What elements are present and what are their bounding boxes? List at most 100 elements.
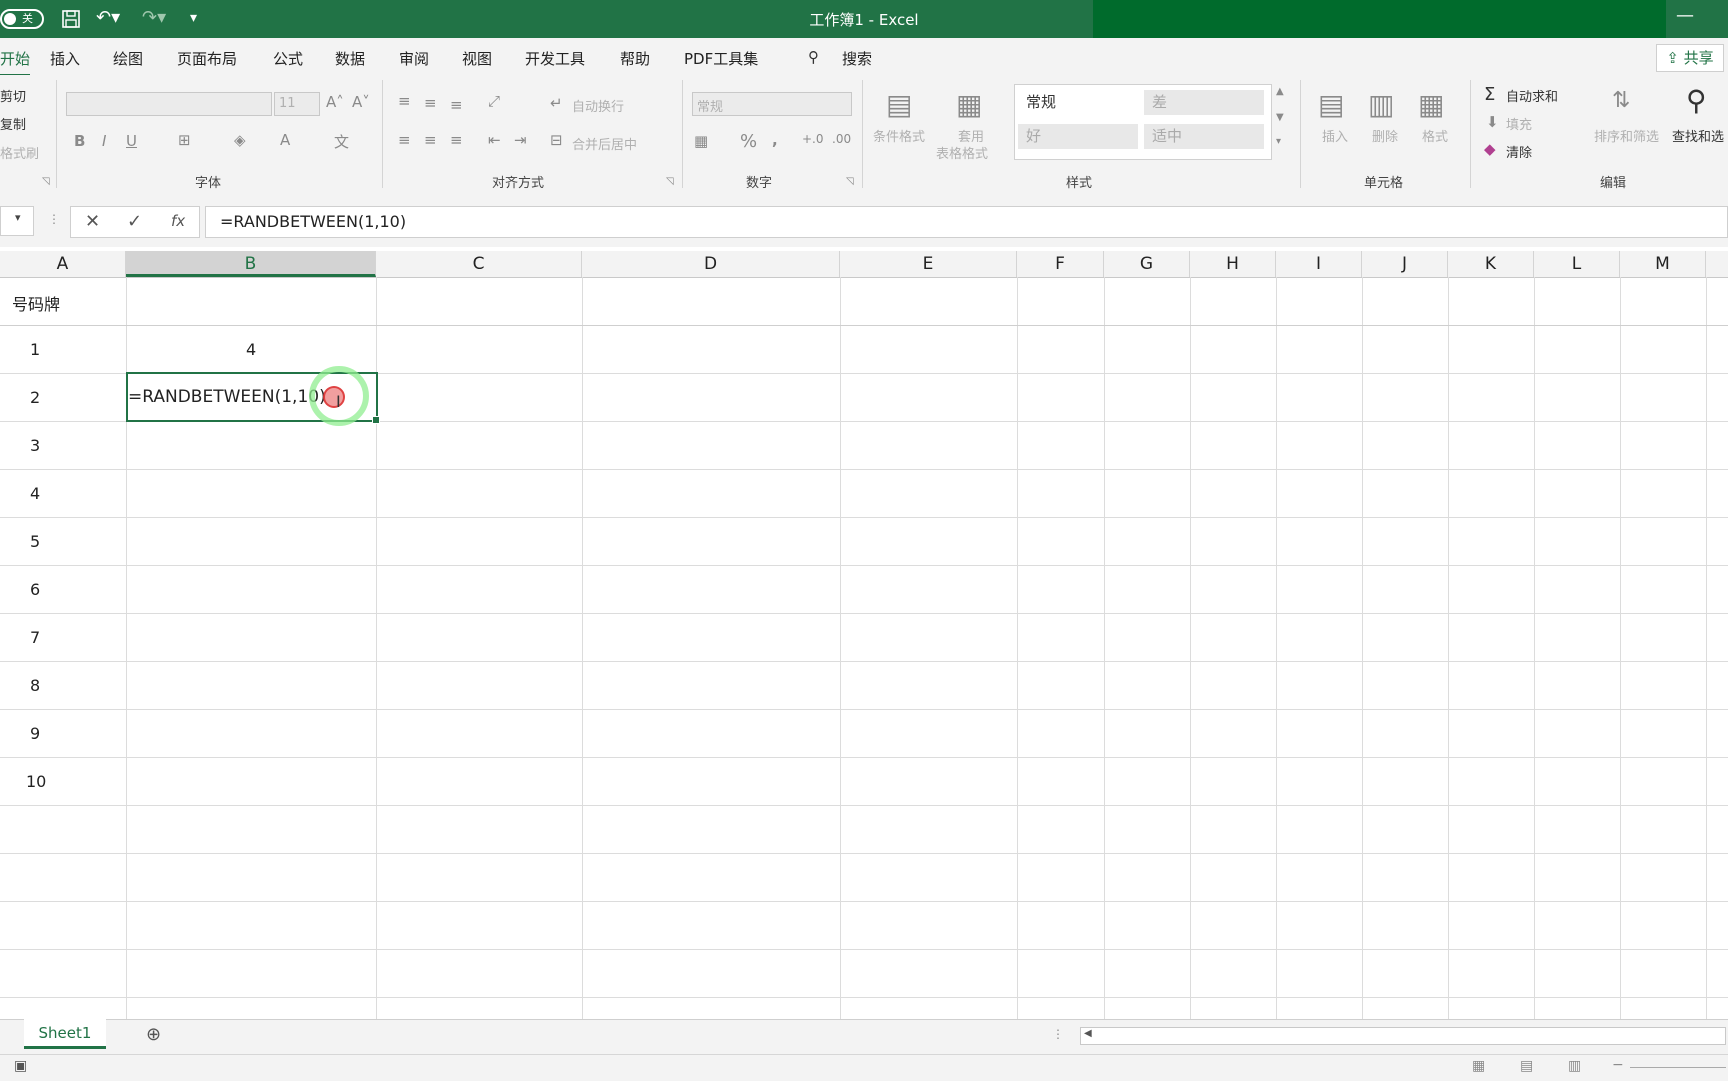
format-as-table-icon[interactable]: ▦: [956, 88, 982, 121]
style-normal[interactable]: 常规: [1018, 90, 1138, 115]
zoom-slider[interactable]: [1630, 1067, 1726, 1068]
add-sheet-icon[interactable]: ⊕: [146, 1024, 161, 1045]
delete-cells-icon[interactable]: ▥: [1368, 88, 1394, 121]
fill-icon[interactable]: ⬇: [1486, 113, 1499, 131]
style-neutral[interactable]: 适中: [1144, 124, 1264, 149]
dialog-launcher-icon[interactable]: ◹: [666, 176, 674, 187]
column-header-j[interactable]: J: [1362, 251, 1448, 277]
bold-icon[interactable]: B: [74, 132, 85, 150]
cell-a5[interactable]: 4: [30, 484, 40, 503]
page-break-view-icon[interactable]: ▥: [1568, 1058, 1581, 1074]
shrink-font-icon[interactable]: A˅: [352, 93, 370, 111]
copy-button[interactable]: 复制: [0, 114, 26, 133]
align-middle-icon[interactable]: ≡: [424, 94, 437, 112]
percent-icon[interactable]: %: [740, 131, 757, 152]
tab-home[interactable]: 开始: [0, 48, 31, 77]
tab-insert[interactable]: 插入: [50, 48, 80, 69]
cell-a1[interactable]: 号码牌: [12, 291, 60, 315]
number-format-select[interactable]: 常规: [692, 92, 852, 116]
find-select-button[interactable]: 查找和选: [1672, 126, 1724, 145]
insert-cells-button[interactable]: 插入: [1322, 126, 1348, 145]
tab-review[interactable]: 审阅: [399, 48, 429, 69]
sheet-tab-sheet1[interactable]: Sheet1: [24, 1019, 106, 1049]
macro-record-icon[interactable]: ▣: [14, 1058, 27, 1074]
find-icon[interactable]: ⚲: [1686, 84, 1707, 117]
sort-filter-icon[interactable]: ⇅: [1612, 88, 1630, 113]
wrap-text-button[interactable]: 自动换行: [572, 96, 624, 115]
style-bad[interactable]: 差: [1144, 90, 1264, 115]
cell-a2[interactable]: 1: [30, 340, 40, 359]
merge-center-button[interactable]: 合并后居中: [572, 134, 637, 153]
grow-font-icon[interactable]: A˄: [326, 93, 344, 111]
search-label[interactable]: 搜索: [842, 48, 872, 69]
cell-a9[interactable]: 8: [30, 676, 40, 695]
column-header-e[interactable]: E: [840, 251, 1017, 277]
gallery-more-icon[interactable]: ▾: [1276, 136, 1281, 147]
italic-icon[interactable]: I: [102, 132, 106, 150]
underline-icon[interactable]: U: [126, 132, 137, 150]
dialog-launcher-icon[interactable]: ◹: [42, 176, 50, 187]
formula-input[interactable]: =RANDBETWEEN(1,10): [205, 206, 1728, 238]
decrease-indent-icon[interactable]: ⇤: [488, 131, 501, 149]
column-header-l[interactable]: L: [1534, 251, 1620, 277]
column-header-g[interactable]: G: [1104, 251, 1190, 277]
column-header-m[interactable]: M: [1620, 251, 1706, 277]
cell-b3-editor[interactable]: =RANDBETWEEN(1,10): [128, 387, 326, 407]
gallery-down-icon[interactable]: ▼: [1276, 112, 1284, 123]
tab-developer[interactable]: 开发工具: [525, 48, 585, 69]
tab-data[interactable]: 数据: [335, 48, 365, 69]
comma-style-icon[interactable]: ,: [772, 131, 778, 149]
tab-draw[interactable]: 绘图: [113, 48, 143, 69]
autosum-icon[interactable]: Σ: [1484, 84, 1495, 105]
cell-a10[interactable]: 9: [30, 724, 40, 743]
column-header-c[interactable]: C: [376, 251, 582, 277]
increase-indent-icon[interactable]: ⇥: [514, 131, 527, 149]
column-header-b[interactable]: B: [126, 251, 376, 277]
clear-icon[interactable]: ◆: [1484, 140, 1496, 158]
tab-page-layout[interactable]: 页面布局: [177, 48, 237, 69]
tab-formulas[interactable]: 公式: [273, 48, 303, 69]
increase-decimal-icon[interactable]: +.0: [802, 132, 824, 146]
tab-pdf-tools[interactable]: PDF工具集: [684, 48, 758, 69]
format-cells-button[interactable]: 格式: [1422, 126, 1448, 145]
align-left-icon[interactable]: ≡: [398, 131, 411, 149]
minimize-icon[interactable]: —: [1676, 6, 1694, 26]
column-header-f[interactable]: F: [1017, 251, 1104, 277]
autosum-button[interactable]: 自动求和: [1506, 86, 1558, 105]
font-size-select[interactable]: 11: [274, 92, 320, 116]
fill-color-icon[interactable]: ◈: [234, 131, 246, 149]
fill-handle[interactable]: [372, 416, 380, 424]
column-header-a[interactable]: A: [0, 251, 126, 277]
style-good[interactable]: 好: [1018, 124, 1138, 149]
normal-view-icon[interactable]: ▦: [1472, 1058, 1485, 1074]
format-painter-button[interactable]: 格式刷: [0, 143, 39, 162]
cell-a8[interactable]: 7: [30, 628, 40, 647]
cell-a4[interactable]: 3: [30, 436, 40, 455]
column-header-i[interactable]: I: [1276, 251, 1362, 277]
fill-button[interactable]: 填充: [1506, 114, 1532, 133]
delete-cells-button[interactable]: 删除: [1372, 126, 1398, 145]
format-cells-icon[interactable]: ▦: [1418, 88, 1444, 121]
conditional-format-icon[interactable]: ▤: [886, 88, 912, 121]
merge-icon[interactable]: ⊟: [550, 131, 563, 149]
column-header-h[interactable]: H: [1190, 251, 1276, 277]
accounting-format-icon[interactable]: ▦: [694, 132, 708, 150]
tab-view[interactable]: 视图: [462, 48, 492, 69]
tab-split-icon[interactable]: ⋮: [1052, 1027, 1064, 1041]
tab-help[interactable]: 帮助: [620, 48, 650, 69]
font-color-icon[interactable]: A: [280, 131, 290, 149]
wrap-text-icon[interactable]: ↵: [550, 94, 563, 112]
column-header-d[interactable]: D: [582, 251, 840, 277]
scroll-left-icon[interactable]: ◀: [1084, 1028, 1092, 1039]
search-icon[interactable]: ⚲: [808, 48, 819, 66]
insert-function-icon[interactable]: fx: [171, 212, 185, 230]
sort-filter-button[interactable]: 排序和筛选: [1594, 126, 1659, 145]
insert-cells-icon[interactable]: ▤: [1318, 88, 1344, 121]
dialog-launcher-icon[interactable]: ◹: [846, 176, 854, 187]
gallery-up-icon[interactable]: ▲: [1276, 86, 1284, 97]
horizontal-scrollbar[interactable]: ◀: [1080, 1027, 1726, 1045]
clear-button[interactable]: 清除: [1506, 142, 1532, 161]
name-box[interactable]: ▾: [0, 206, 34, 236]
orientation-icon[interactable]: ⤢: [488, 92, 500, 110]
cell-a11[interactable]: 10: [26, 772, 46, 791]
